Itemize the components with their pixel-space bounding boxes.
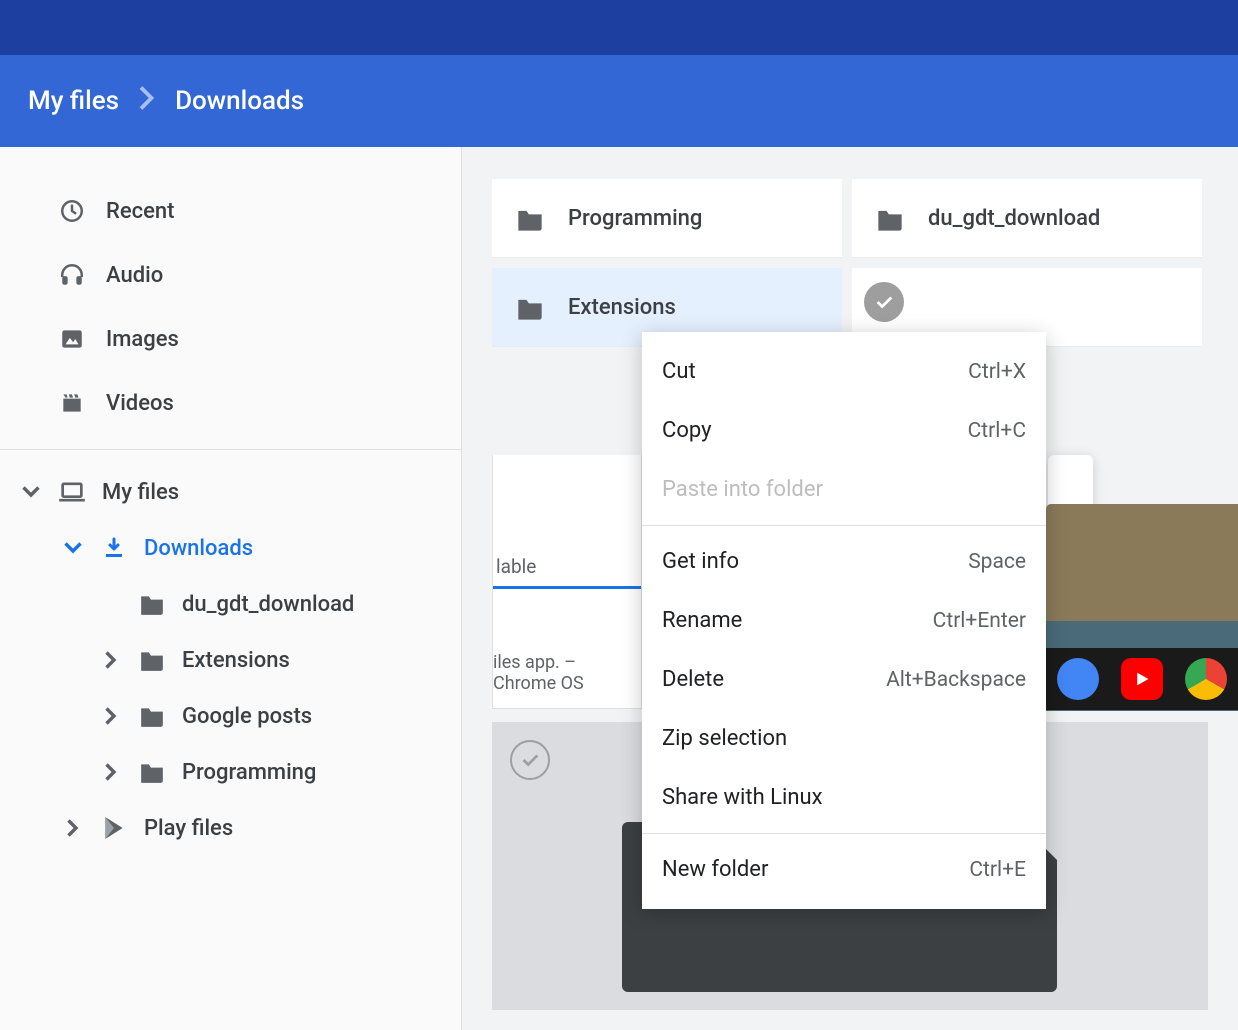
folder-icon [516,296,544,318]
menu-label: Rename [662,608,742,633]
menu-item-share-with-linux[interactable]: Share with Linux [642,768,1046,827]
tree-child-google-posts[interactable]: Google posts [0,688,461,744]
play-icon [100,814,128,842]
chrome-icon [1185,658,1227,700]
sidebar: Recent Audio Images Videos [0,147,462,1030]
sidebar-item-recent[interactable]: Recent [0,179,461,243]
active-underline [493,586,641,589]
breadcrumb: My files Downloads [28,86,304,117]
video-icon [58,389,86,417]
menu-label: Copy [662,418,712,443]
clock-icon [58,197,86,225]
sidebar-item-audio[interactable]: Audio [0,243,461,307]
header: My files Downloads [0,55,1238,147]
sidebar-item-videos[interactable]: Videos [0,371,461,435]
menu-label: Cut [662,359,696,384]
check-icon [510,740,550,780]
sidebar-item-label: Images [106,327,179,352]
folder-tile-programming[interactable]: Programming [492,179,842,258]
menu-shortcut: Ctrl+X [968,360,1026,384]
folder-icon [138,646,166,674]
partial-caption: iles app. – Chrome OS [493,652,641,694]
menu-item-new-folder[interactable]: New folder Ctrl+E [642,840,1046,899]
thumbnail-shelf [1046,648,1238,710]
sidebar-item-label: Recent [106,199,174,224]
image-icon [58,325,86,353]
tree-play-files[interactable]: Play files [0,800,461,856]
folder-icon [516,207,544,229]
folder-icon [138,590,166,618]
folder-icon [138,758,166,786]
tree-child-du-gdt[interactable]: du_gdt_download [0,576,461,632]
download-icon [100,534,128,562]
menu-item-cut[interactable]: Cut Ctrl+X [642,342,1046,401]
chevron-down-icon[interactable] [62,542,84,554]
tree-label: Downloads [144,536,253,561]
menu-item-rename[interactable]: Rename Ctrl+Enter [642,591,1046,650]
menu-label: Delete [662,667,724,692]
divider [642,833,1046,834]
breadcrumb-current: Downloads [175,86,304,116]
tree-my-files[interactable]: My files [0,464,461,520]
menu-item-get-info[interactable]: Get info Space [642,532,1046,591]
menu-label: Zip selection [662,726,787,751]
tree-downloads[interactable]: Downloads [0,520,461,576]
menu-label: Share with Linux [662,785,823,810]
app-icon [1057,658,1099,700]
tree-label: du_gdt_download [182,592,354,617]
chevron-right-icon[interactable] [100,763,122,781]
folder-icon [876,207,904,229]
menu-shortcut: Ctrl+Enter [933,609,1026,633]
sidebar-item-images[interactable]: Images [0,307,461,371]
menu-label: Get info [662,549,739,574]
laptop-icon [58,478,86,506]
chevron-right-icon [139,86,155,117]
divider [642,525,1046,526]
check-icon [864,282,904,322]
tree-child-extensions[interactable]: Extensions [0,632,461,688]
tile-label: Programming [568,206,702,231]
headphones-icon [58,261,86,289]
menu-label: Paste into folder [662,477,823,502]
menu-label: New folder [662,857,768,882]
menu-item-paste-into-folder: Paste into folder [642,460,1046,519]
chevron-right-icon[interactable] [62,819,84,837]
breadcrumb-root[interactable]: My files [28,86,119,116]
sidebar-item-label: Videos [106,391,174,416]
tree-label: My files [102,480,179,505]
tree-child-programming[interactable]: Programming [0,744,461,800]
partial-caption-box: lable iles app. – Chrome OS [492,455,642,709]
context-menu: Cut Ctrl+X Copy Ctrl+C Paste into folder… [642,332,1046,909]
menu-shortcut: Space [968,550,1026,574]
partial-text: lable [496,555,536,578]
tile-label: du_gdt_download [928,206,1100,231]
tile-label: Extensions [568,295,676,320]
menu-shortcut: Ctrl+C [968,419,1026,443]
menu-shortcut: Alt+Backspace [886,668,1026,692]
menu-shortcut: Ctrl+E [969,858,1026,882]
folder-tile-du-gdt[interactable]: du_gdt_download [852,179,1202,258]
tree-label: Play files [144,816,233,841]
tree-label: Extensions [182,648,290,673]
menu-item-copy[interactable]: Copy Ctrl+C [642,401,1046,460]
folder-icon [138,702,166,730]
tree-label: Google posts [182,704,312,729]
chevron-right-icon[interactable] [100,707,122,725]
menu-item-delete[interactable]: Delete Alt+Backspace [642,650,1046,709]
title-bar [0,0,1238,55]
divider [0,449,461,450]
sidebar-item-label: Audio [106,263,163,288]
chevron-down-icon[interactable] [20,486,42,498]
youtube-icon [1121,658,1163,700]
menu-item-zip-selection[interactable]: Zip selection [642,709,1046,768]
tree-label: Programming [182,760,316,785]
chevron-right-icon[interactable] [100,651,122,669]
